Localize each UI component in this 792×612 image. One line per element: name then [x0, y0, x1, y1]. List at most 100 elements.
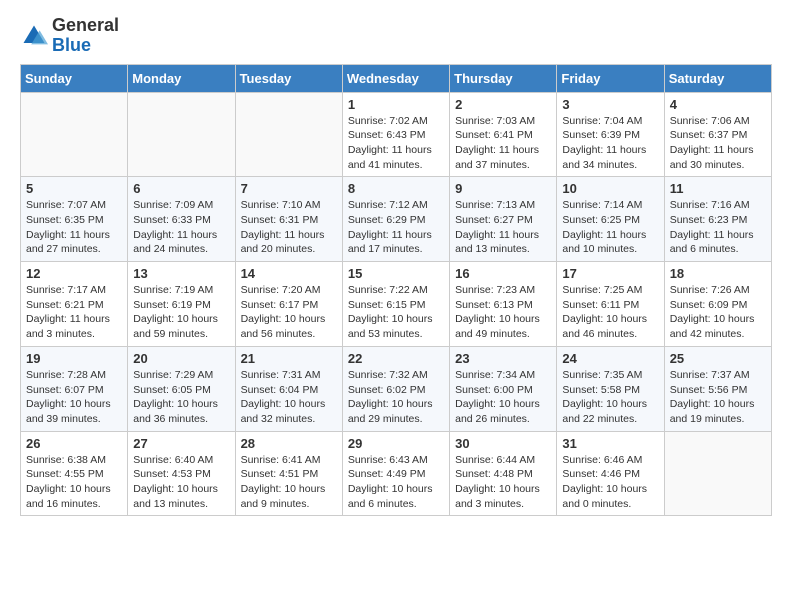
main-container: General Blue SundayMondayTuesdayWednesda… [0, 0, 792, 526]
calendar-cell: 25 Sunrise: 7:37 AM Sunset: 5:56 PM Dayli… [664, 346, 771, 431]
logo-icon [20, 22, 48, 50]
day-info: Sunrise: 6:40 AM Sunset: 4:53 PM Dayligh… [133, 453, 229, 512]
calendar-table: SundayMondayTuesdayWednesdayThursdayFrid… [20, 64, 772, 517]
calendar-cell: 1Sunrise: 7:02 AM Sunset: 6:43 PM Daylig… [342, 92, 449, 177]
column-header-saturday: Saturday [664, 64, 771, 92]
day-info: Sunrise: 7:35 AM Sunset: 5:58 PM Dayligh… [562, 368, 658, 427]
day-number: 6 [133, 181, 229, 196]
day-number: 28 [241, 436, 337, 451]
day-info: Sunrise: 7:25 AM Sunset: 6:11 PM Dayligh… [562, 283, 658, 342]
calendar-week-3: 12Sunrise: 7:17 AM Sunset: 6:21 PM Dayli… [21, 262, 772, 347]
calendar-cell: 10Sunrise: 7:14 AM Sunset: 6:25 PM Dayli… [557, 177, 664, 262]
day-number: 27 [133, 436, 229, 451]
day-number: 18 [670, 266, 766, 281]
calendar-cell: 22 Sunrise: 7:32 AM Sunset: 6:02 PM Dayli… [342, 346, 449, 431]
day-info: Sunrise: 7:23 AM Sunset: 6:13 PM Dayligh… [455, 283, 551, 342]
day-info: Sunrise: 6:43 AM Sunset: 4:49 PM Dayligh… [348, 453, 444, 512]
day-number: 8 [348, 181, 444, 196]
calendar-cell: 26 Sunrise: 6:38 AM Sunset: 4:55 PM Dayli… [21, 431, 128, 516]
day-number: 3 [562, 97, 658, 112]
column-header-monday: Monday [128, 64, 235, 92]
day-info: Sunrise: 7:13 AM Sunset: 6:27 PM Dayligh… [455, 198, 551, 257]
calendar-cell: 12Sunrise: 7:17 AM Sunset: 6:21 PM Dayli… [21, 262, 128, 347]
calendar-cell: 11Sunrise: 7:16 AM Sunset: 6:23 PM Dayli… [664, 177, 771, 262]
day-number: 20 [133, 351, 229, 366]
column-header-wednesday: Wednesday [342, 64, 449, 92]
calendar-cell: 23Sunrise: 7:34 AM Sunset: 6:00 PM Dayli… [450, 346, 557, 431]
day-info: Sunrise: 7:19 AM Sunset: 6:19 PM Dayligh… [133, 283, 229, 342]
calendar-cell: 30Sunrise: 6:44 AM Sunset: 4:48 PM Dayli… [450, 431, 557, 516]
day-number: 5 [26, 181, 122, 196]
calendar-cell: 31 Sunrise: 6:46 AM Sunset: 4:46 PM Dayli… [557, 431, 664, 516]
logo: General Blue [20, 16, 119, 56]
day-info: Sunrise: 7:34 AM Sunset: 6:00 PM Dayligh… [455, 368, 551, 427]
calendar-week-2: 5 Sunrise: 7:07 AM Sunset: 6:35 PM Daylig… [21, 177, 772, 262]
day-info: Sunrise: 7:26 AM Sunset: 6:09 PM Dayligh… [670, 283, 766, 342]
day-number: 29 [348, 436, 444, 451]
day-info: Sunrise: 6:38 AM Sunset: 4:55 PM Dayligh… [26, 453, 122, 512]
calendar-header-row: SundayMondayTuesdayWednesdayThursdayFrid… [21, 64, 772, 92]
day-number: 2 [455, 97, 551, 112]
day-info: Sunrise: 7:20 AM Sunset: 6:17 PM Dayligh… [241, 283, 337, 342]
day-info: Sunrise: 7:37 AM Sunset: 5:56 PM Dayligh… [670, 368, 766, 427]
calendar-cell: 27 Sunrise: 6:40 AM Sunset: 4:53 PM Dayli… [128, 431, 235, 516]
calendar-cell: 7Sunrise: 7:10 AM Sunset: 6:31 PM Daylig… [235, 177, 342, 262]
calendar-cell: 3Sunrise: 7:04 AM Sunset: 6:39 PM Daylig… [557, 92, 664, 177]
calendar-cell: 18 Sunrise: 7:26 AM Sunset: 6:09 PM Dayli… [664, 262, 771, 347]
day-number: 4 [670, 97, 766, 112]
day-info: Sunrise: 6:41 AM Sunset: 4:51 PM Dayligh… [241, 453, 337, 512]
day-number: 16 [455, 266, 551, 281]
day-info: Sunrise: 7:29 AM Sunset: 6:05 PM Dayligh… [133, 368, 229, 427]
calendar-cell: 20 Sunrise: 7:29 AM Sunset: 6:05 PM Dayli… [128, 346, 235, 431]
day-info: Sunrise: 7:02 AM Sunset: 6:43 PM Dayligh… [348, 114, 444, 173]
calendar-cell: 24 Sunrise: 7:35 AM Sunset: 5:58 PM Dayli… [557, 346, 664, 431]
day-info: Sunrise: 7:22 AM Sunset: 6:15 PM Dayligh… [348, 283, 444, 342]
day-number: 30 [455, 436, 551, 451]
logo-text: General Blue [52, 16, 119, 56]
day-info: Sunrise: 7:17 AM Sunset: 6:21 PM Dayligh… [26, 283, 122, 342]
column-header-sunday: Sunday [21, 64, 128, 92]
day-number: 22 [348, 351, 444, 366]
day-number: 7 [241, 181, 337, 196]
day-info: Sunrise: 7:12 AM Sunset: 6:29 PM Dayligh… [348, 198, 444, 257]
day-info: Sunrise: 7:07 AM Sunset: 6:35 PM Dayligh… [26, 198, 122, 257]
day-info: Sunrise: 7:09 AM Sunset: 6:33 PM Dayligh… [133, 198, 229, 257]
calendar-week-5: 26 Sunrise: 6:38 AM Sunset: 4:55 PM Dayli… [21, 431, 772, 516]
day-number: 15 [348, 266, 444, 281]
calendar-cell: 14 Sunrise: 7:20 AM Sunset: 6:17 PM Dayli… [235, 262, 342, 347]
day-number: 25 [670, 351, 766, 366]
calendar-cell: 8 Sunrise: 7:12 AM Sunset: 6:29 PM Daylig… [342, 177, 449, 262]
calendar-cell: 5 Sunrise: 7:07 AM Sunset: 6:35 PM Daylig… [21, 177, 128, 262]
column-header-tuesday: Tuesday [235, 64, 342, 92]
day-number: 17 [562, 266, 658, 281]
calendar-cell [664, 431, 771, 516]
header: General Blue [20, 16, 772, 56]
day-info: Sunrise: 6:46 AM Sunset: 4:46 PM Dayligh… [562, 453, 658, 512]
calendar-cell: 29 Sunrise: 6:43 AM Sunset: 4:49 PM Dayli… [342, 431, 449, 516]
day-info: Sunrise: 7:31 AM Sunset: 6:04 PM Dayligh… [241, 368, 337, 427]
calendar-cell: 17 Sunrise: 7:25 AM Sunset: 6:11 PM Dayli… [557, 262, 664, 347]
calendar-cell: 2 Sunrise: 7:03 AM Sunset: 6:41 PM Daylig… [450, 92, 557, 177]
day-number: 13 [133, 266, 229, 281]
calendar-cell: 28 Sunrise: 6:41 AM Sunset: 4:51 PM Dayli… [235, 431, 342, 516]
calendar-cell: 13 Sunrise: 7:19 AM Sunset: 6:19 PM Dayli… [128, 262, 235, 347]
day-info: Sunrise: 7:32 AM Sunset: 6:02 PM Dayligh… [348, 368, 444, 427]
day-number: 31 [562, 436, 658, 451]
calendar-week-1: 1Sunrise: 7:02 AM Sunset: 6:43 PM Daylig… [21, 92, 772, 177]
calendar-cell: 4Sunrise: 7:06 AM Sunset: 6:37 PM Daylig… [664, 92, 771, 177]
calendar-body: 1Sunrise: 7:02 AM Sunset: 6:43 PM Daylig… [21, 92, 772, 516]
day-number: 9 [455, 181, 551, 196]
day-number: 26 [26, 436, 122, 451]
calendar-cell: 6 Sunrise: 7:09 AM Sunset: 6:33 PM Daylig… [128, 177, 235, 262]
column-header-friday: Friday [557, 64, 664, 92]
day-number: 24 [562, 351, 658, 366]
day-number: 14 [241, 266, 337, 281]
calendar-cell: 15 Sunrise: 7:22 AM Sunset: 6:15 PM Dayli… [342, 262, 449, 347]
day-info: Sunrise: 7:03 AM Sunset: 6:41 PM Dayligh… [455, 114, 551, 173]
day-number: 21 [241, 351, 337, 366]
calendar-cell: 16 Sunrise: 7:23 AM Sunset: 6:13 PM Dayli… [450, 262, 557, 347]
column-header-thursday: Thursday [450, 64, 557, 92]
calendar-week-4: 19Sunrise: 7:28 AM Sunset: 6:07 PM Dayli… [21, 346, 772, 431]
day-number: 11 [670, 181, 766, 196]
day-number: 19 [26, 351, 122, 366]
